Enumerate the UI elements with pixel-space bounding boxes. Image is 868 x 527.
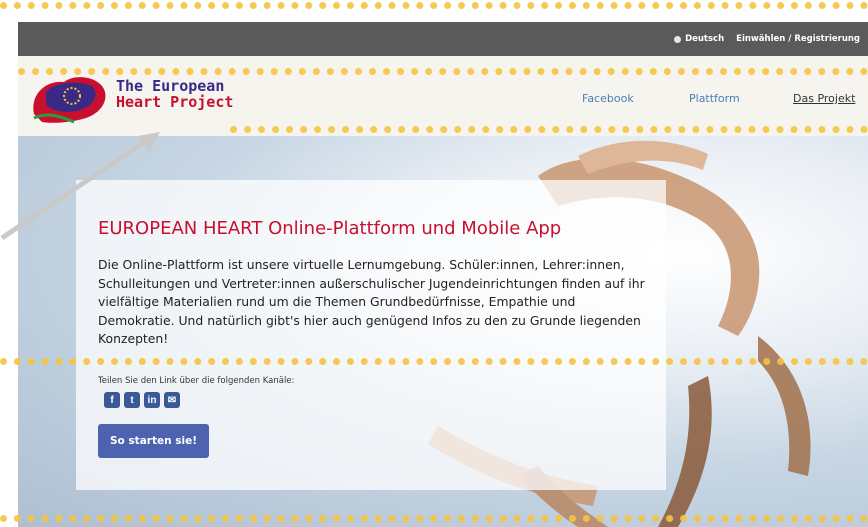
start-button[interactable]: So starten sie! (98, 424, 209, 458)
logo-line-2: Heart Project (116, 93, 234, 111)
logo-text: The European Heart Project (116, 78, 233, 110)
share-icons: f t in ✉ (104, 392, 180, 408)
top-bar: Deutsch Einwählen / Registrierung (18, 22, 868, 56)
facebook-icon[interactable]: f (104, 392, 120, 408)
logo-line-1: The European (116, 77, 225, 95)
login-link[interactable]: Einwählen / Registrierung (736, 34, 860, 44)
nav-facebook[interactable]: Facebook (582, 92, 634, 105)
globe-icon (674, 35, 682, 43)
share-label: Teilen Sie den Link über die folgenden K… (98, 376, 295, 386)
decorative-dash-header-bottom (230, 126, 868, 133)
email-icon[interactable]: ✉ (164, 392, 180, 408)
decorative-dash-middle (0, 358, 868, 365)
language-label: Deutsch (685, 34, 725, 44)
hero-body-text: Die Online-Plattform ist unsere virtuell… (98, 257, 645, 346)
decorative-dash-top (0, 2, 868, 9)
twitter-icon[interactable]: t (124, 392, 140, 408)
decorative-dash-header-top (18, 68, 868, 75)
nav-plattform[interactable]: Plattform (689, 92, 740, 105)
decorative-dash-bottom (0, 515, 868, 522)
nav-das-projekt[interactable]: Das Projekt (793, 92, 855, 105)
hero-headline: EUROPEAN HEART Online-Plattform und Mobi… (98, 218, 562, 239)
linkedin-icon[interactable]: in (144, 392, 160, 408)
language-selector[interactable]: Deutsch (674, 34, 724, 44)
